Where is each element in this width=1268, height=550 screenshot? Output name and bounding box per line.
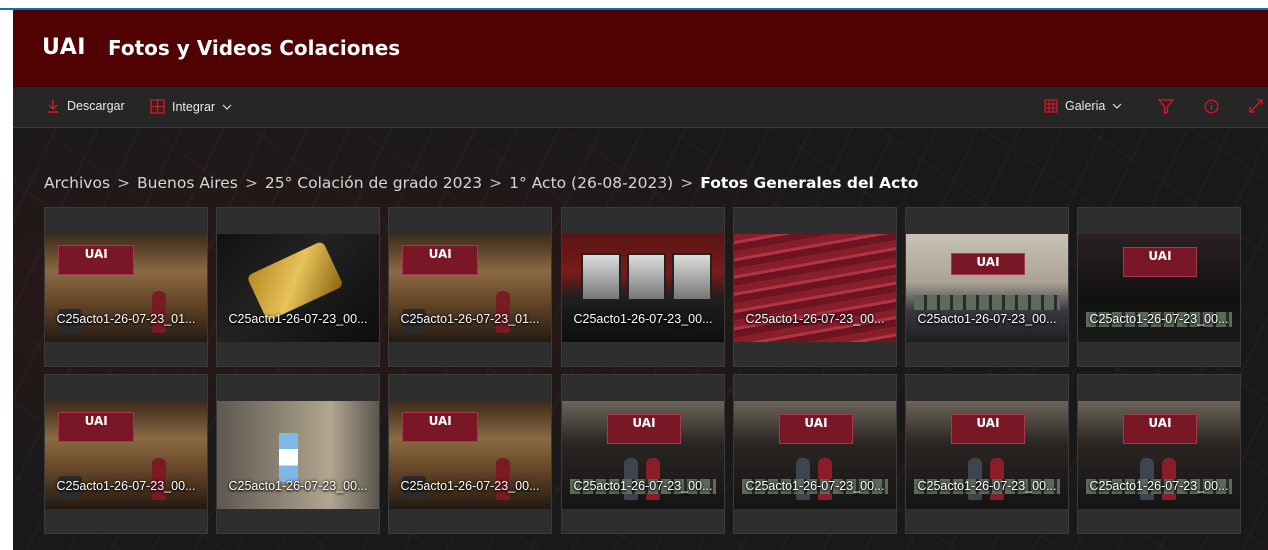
thumbnail-detail (951, 413, 1025, 445)
thumbnail-detail (672, 253, 712, 301)
file-name: C25acto1-26-07-23_00... (573, 479, 713, 493)
thumbnail-detail (1123, 246, 1197, 278)
breadcrumb-item-buenos-aires[interactable]: Buenos Aires (137, 174, 238, 192)
thumbnail-detail (779, 413, 853, 445)
gallery-view-icon (1044, 99, 1058, 113)
integrate-button[interactable]: Integrar (150, 99, 232, 114)
file-name: C25acto1-26-07-23_00... (573, 312, 713, 326)
sharepoint-site: UAI Fotos y Videos Colaciones Descargar … (13, 10, 1268, 550)
thumbnail-detail (246, 240, 344, 321)
thumbnail-detail (607, 413, 681, 445)
gallery-tile[interactable]: C25acto1-26-07-23_01... (388, 207, 552, 367)
gallery-tile[interactable]: C25acto1-26-07-23_00... (905, 207, 1069, 367)
file-name: C25acto1-26-07-23_00... (745, 479, 885, 493)
file-name: C25acto1-26-07-23_00... (228, 479, 368, 493)
thumbnail-detail (57, 411, 135, 442)
breadcrumb-separator: > (244, 174, 258, 192)
gallery-tile[interactable]: C25acto1-26-07-23_00... (388, 374, 552, 534)
filter-icon (1158, 99, 1174, 114)
site-title[interactable]: Fotos y Videos Colaciones (108, 36, 400, 60)
library-content: Archivos > Buenos Aires >25° Colación de gr… (13, 128, 1268, 550)
file-name: C25acto1-26-07-23_01... (56, 312, 196, 326)
thumbnail-detail (914, 294, 1060, 310)
filter-button[interactable] (1158, 99, 1174, 114)
thumbnail-detail (626, 253, 667, 301)
gallery-tile[interactable]: C25acto1-26-07-23_00... (561, 374, 725, 534)
file-name: C25acto1-26-07-23_00... (917, 312, 1057, 326)
thumbnail-detail (57, 244, 135, 275)
thumbnail-detail (1123, 413, 1197, 445)
breadcrumb-item-acto[interactable]: 1° Acto (26-08-2023) (509, 174, 673, 192)
gallery-tile[interactable]: C25acto1-26-07-23_00... (733, 374, 897, 534)
gallery-tile[interactable]: C25acto1-26-07-23_00... (216, 207, 380, 367)
expand-icon (1249, 99, 1263, 113)
breadcrumb-separator: > (489, 174, 503, 192)
integrate-icon (150, 99, 165, 114)
breadcrumb-item-colacion[interactable]: 25° Colación de grado 2023 (265, 174, 482, 192)
info-button[interactable] (1204, 99, 1219, 114)
view-label: Galeria (1065, 99, 1106, 113)
chevron-down-icon (222, 104, 232, 110)
gallery-tile[interactable]: C25acto1-26-07-23_00... (905, 374, 1069, 534)
file-name: C25acto1-26-07-23_00... (1089, 479, 1229, 493)
gallery-tile[interactable]: C25acto1-26-07-23_00... (1077, 374, 1241, 534)
gallery-tile[interactable]: C25acto1-26-07-23_00... (561, 207, 725, 367)
thumbnail-detail (581, 253, 622, 301)
browser-top-strip (0, 0, 1268, 10)
gallery-tile[interactable]: C25acto1-26-07-23_00... (216, 374, 380, 534)
file-name: C25acto1-26-07-23_00... (1089, 312, 1229, 326)
info-icon (1204, 99, 1219, 114)
gallery-tile[interactable]: C25acto1-26-07-23_01... (44, 207, 208, 367)
site-header: UAI Fotos y Videos Colaciones (13, 10, 1268, 87)
gallery-tile[interactable]: C25acto1-26-07-23_00... (1077, 207, 1241, 367)
gallery-tile[interactable]: C25acto1-26-07-23_00... (733, 207, 897, 367)
download-icon (48, 100, 58, 113)
view-switcher[interactable]: Galeria (1044, 99, 1122, 113)
uai-logo[interactable]: UAI (42, 35, 86, 60)
file-name: C25acto1-26-07-23_00... (400, 479, 540, 493)
download-label: Descargar (67, 99, 125, 113)
thumbnail-detail (401, 244, 479, 275)
expand-button[interactable] (1249, 99, 1263, 113)
file-name: C25acto1-26-07-23_00... (56, 479, 196, 493)
breadcrumb: Archivos > Buenos Aires >25° Colación de gr… (44, 174, 918, 192)
breadcrumb-item-archivos[interactable]: Archivos (44, 174, 110, 192)
breadcrumb-separator: > (680, 174, 694, 192)
file-name: C25acto1-26-07-23_00... (917, 479, 1057, 493)
gallery-tile[interactable]: C25acto1-26-07-23_00... (44, 374, 208, 534)
download-button[interactable]: Descargar (46, 99, 125, 113)
breadcrumb-separator: > (117, 174, 131, 192)
integrate-label: Integrar (172, 99, 216, 114)
chevron-down-icon (1112, 103, 1122, 109)
thumbnail-detail (401, 411, 479, 442)
command-bar: Descargar Integrar Galeria (13, 87, 1268, 128)
thumbnail-detail (278, 433, 298, 482)
breadcrumb-current: Fotos Generales del Acto (700, 174, 919, 192)
file-name: C25acto1-26-07-23_00... (228, 312, 368, 326)
thumbnail-detail (951, 253, 1025, 275)
file-name: C25acto1-26-07-23_01... (400, 312, 540, 326)
file-name: C25acto1-26-07-23_00... (745, 312, 885, 326)
